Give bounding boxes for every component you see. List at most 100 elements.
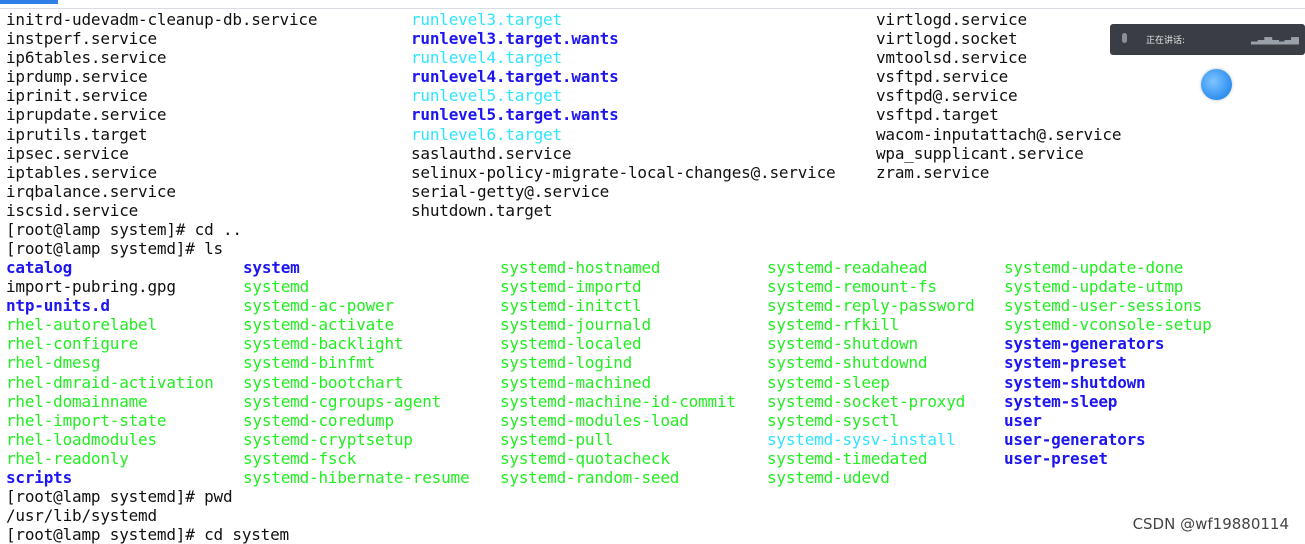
file-entry: vmtoolsd.service <box>876 48 1027 68</box>
listing2-column-3: systemd-hostnamed systemd-importd systemd-… <box>500 258 736 487</box>
file-entry: import-pubring.gpg <box>6 277 176 297</box>
file-entry: ip6tables.service <box>6 48 167 68</box>
file-entry: systemd <box>243 277 310 297</box>
file-entry: rhel-autorelabel <box>6 315 157 335</box>
file-entry: runlevel5.target.wants <box>411 105 619 125</box>
file-entry: systemd-hostnamed <box>500 258 661 277</box>
file-entry: runlevel3.target <box>411 10 562 29</box>
file-entry: iprupdate.service <box>6 105 167 125</box>
prompt-block-2: [root@lamp systemd]# pwd /usr/lib/system… <box>6 487 289 544</box>
file-entry: system-preset <box>1004 353 1127 373</box>
floating-assistant-button[interactable] <box>1201 69 1232 100</box>
file-entry: iprdump.service <box>6 67 148 87</box>
file-entry: iprutils.target <box>6 124 148 144</box>
file-entry: runlevel4.target <box>411 48 562 68</box>
file-entry: runlevel3.target.wants <box>411 29 619 49</box>
file-entry: systemd-random-seed <box>500 468 680 488</box>
file-entry: instperf.service <box>6 29 157 49</box>
mic-icon <box>1122 33 1127 43</box>
voice-status-label: 正在讲话: <box>1146 36 1186 46</box>
file-entry: vsftpd.service <box>876 67 1009 87</box>
terminal-output: initrd-udevadm-cleanup-db.service instper… <box>0 0 1305 544</box>
file-entry: systemd-quotacheck <box>500 448 670 468</box>
watermark: CSDN @wf19880114 <box>1132 515 1289 533</box>
file-entry: systemd-ac-power <box>243 296 394 316</box>
file-entry: systemd-localed <box>500 334 642 354</box>
file-entry: ntp-units.d <box>6 296 110 316</box>
file-entry: shutdown.target <box>411 200 553 220</box>
pwd-output: /usr/lib/systemd <box>6 506 157 526</box>
file-entry: selinux-policy-migrate-local-changes@.se… <box>411 162 836 182</box>
listing2-column-5: systemd-update-done systemd-update-utmp sy… <box>1004 258 1212 468</box>
file-entry: scripts <box>6 468 73 488</box>
file-entry: user-generators <box>1004 429 1146 449</box>
file-entry: system-generators <box>1004 334 1165 354</box>
file-entry: systemd-shutdownd <box>767 353 928 373</box>
prompt-pwd: [root@lamp systemd]# pwd <box>6 487 233 506</box>
file-entry: zram.service <box>876 162 990 182</box>
file-entry: runlevel5.target <box>411 86 562 106</box>
file-entry: system-sleep <box>1004 391 1118 411</box>
listing1-column-1: initrd-udevadm-cleanup-db.service instper… <box>6 10 317 220</box>
prompt-cd-system: [root@lamp systemd]# cd system <box>6 525 289 544</box>
file-entry: systemd-timedated <box>767 448 928 468</box>
file-entry: rhel-configure <box>6 334 139 354</box>
file-entry: systemd-shutdown <box>767 334 918 354</box>
file-entry: wpa_supplicant.service <box>876 143 1084 163</box>
file-entry: systemd-reply-password <box>767 296 975 316</box>
file-entry: wacom-inputattach@.service <box>876 124 1122 144</box>
file-entry: systemd-cryptsetup <box>243 429 413 449</box>
file-entry: systemd-sleep <box>767 372 890 392</box>
file-entry: systemd-machined <box>500 372 651 392</box>
file-entry: initrd-udevadm-cleanup-db.service <box>6 10 318 29</box>
sound-wave-icon: ▂▃▅▃▂▃▅ <box>1251 34 1299 45</box>
file-entry: systemd-udevd <box>767 468 890 488</box>
file-entry: systemd-user-sessions <box>1004 296 1203 316</box>
file-entry: user <box>1004 410 1042 430</box>
file-entry: ipsec.service <box>6 143 129 163</box>
file-entry: runlevel4.target.wants <box>411 67 619 87</box>
file-entry: systemd-coredump <box>243 410 394 430</box>
file-entry: systemd-sysctl <box>767 410 900 430</box>
prompt-cd-up: [root@lamp system]# cd .. <box>6 220 242 239</box>
file-entry: systemd-remount-fs <box>767 277 937 297</box>
file-entry: irqbalance.service <box>6 181 176 201</box>
file-entry: systemd-modules-load <box>500 410 689 430</box>
file-entry: systemd-cgroups-agent <box>243 391 442 411</box>
file-entry: systemd-fsck <box>243 448 357 468</box>
prompt-ls: [root@lamp systemd]# ls <box>6 239 223 259</box>
file-entry: systemd-binfmt <box>243 353 376 373</box>
file-entry: system-shutdown <box>1004 372 1146 392</box>
file-entry: system <box>243 258 300 277</box>
file-entry: rhel-loadmodules <box>6 429 157 449</box>
file-entry: systemd-initctl <box>500 296 642 316</box>
file-entry: systemd-pull <box>500 429 614 449</box>
voice-chat-popup[interactable]: 正在讲话: ▂▃▅▃▂▃▅ <box>1110 24 1305 55</box>
listing1-column-2: runlevel3.target runlevel3.target.wants ru… <box>411 10 836 220</box>
file-entry: user-preset <box>1004 448 1108 468</box>
file-entry: iscsid.service <box>6 200 139 220</box>
file-entry: serial-getty@.service <box>411 181 610 201</box>
listing2-column-1: catalog import-pubring.gpg ntp-units.d rhel… <box>6 258 214 487</box>
file-entry: iprinit.service <box>6 86 148 106</box>
file-entry: virtlogd.service <box>876 10 1027 29</box>
file-entry: runlevel6.target <box>411 124 562 144</box>
file-entry: systemd-rfkill <box>767 315 900 335</box>
file-entry: systemd-hibernate-resume <box>243 468 470 488</box>
file-entry: systemd-update-utmp <box>1004 277 1184 297</box>
file-entry: vsftpd.target <box>876 105 999 125</box>
file-entry: iptables.service <box>6 162 157 182</box>
file-entry: systemd-machine-id-commit <box>500 391 736 411</box>
file-entry: systemd-journald <box>500 315 651 335</box>
prompt-block-1: [root@lamp system]# cd .. [root@lamp sys… <box>6 220 242 258</box>
file-entry: systemd-socket-proxyd <box>767 391 966 411</box>
file-entry: rhel-domainname <box>6 391 148 411</box>
file-entry: systemd-vconsole-setup <box>1004 315 1212 335</box>
file-entry: vsftpd@.service <box>876 86 1018 106</box>
file-entry: systemd-sysv-install <box>767 429 956 449</box>
file-entry: rhel-readonly <box>6 448 129 468</box>
file-entry: rhel-dmraid-activation <box>6 372 214 392</box>
file-entry: rhel-dmesg <box>6 353 101 373</box>
listing1-column-3: virtlogd.service virtlogd.socket vmtoolsd.… <box>876 10 1121 182</box>
file-entry: systemd-readahead <box>767 258 928 277</box>
